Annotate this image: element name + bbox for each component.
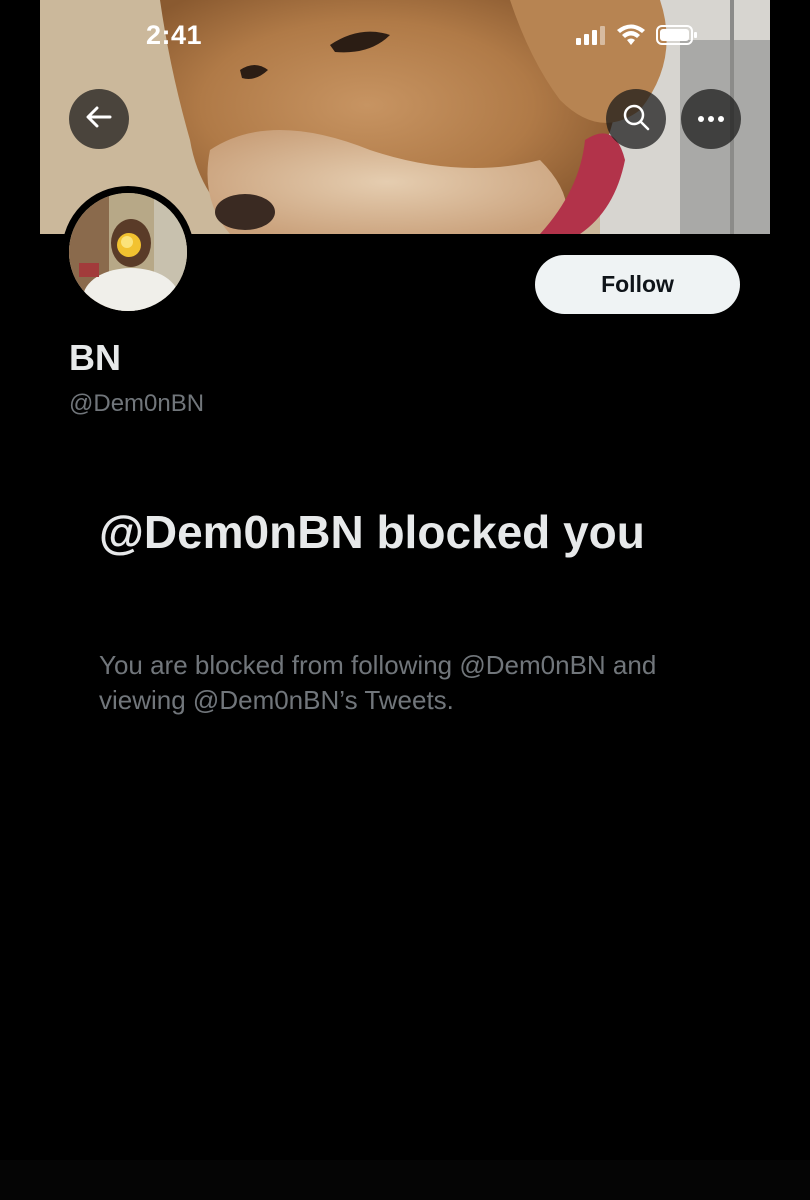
search-icon bbox=[622, 103, 650, 136]
status-icons bbox=[576, 24, 698, 51]
blocked-description: You are blocked from following @Dem0nBN … bbox=[99, 650, 657, 715]
bottom-edge bbox=[0, 1160, 810, 1200]
status-time: 2:41 bbox=[146, 20, 203, 50]
arrow-left-icon bbox=[86, 106, 112, 133]
wifi-icon bbox=[616, 24, 646, 51]
blocked-title: @Dem0nBN blocked you bbox=[99, 506, 645, 558]
battery-icon bbox=[656, 24, 698, 51]
back-button[interactable] bbox=[69, 89, 129, 149]
profile-screen: 2:41 Follow BN @Dem0nBN @Dem0nBN blocked… bbox=[0, 0, 810, 1200]
ellipsis-icon bbox=[697, 110, 725, 128]
more-options-button[interactable] bbox=[681, 89, 741, 149]
display-name: BN bbox=[69, 337, 121, 378]
search-button[interactable] bbox=[606, 89, 666, 149]
avatar-image bbox=[69, 193, 187, 311]
profile-handle: @Dem0nBN bbox=[69, 390, 205, 417]
avatar[interactable] bbox=[62, 186, 194, 318]
follow-button[interactable]: Follow bbox=[535, 255, 740, 314]
cellular-signal-icon bbox=[576, 25, 606, 50]
